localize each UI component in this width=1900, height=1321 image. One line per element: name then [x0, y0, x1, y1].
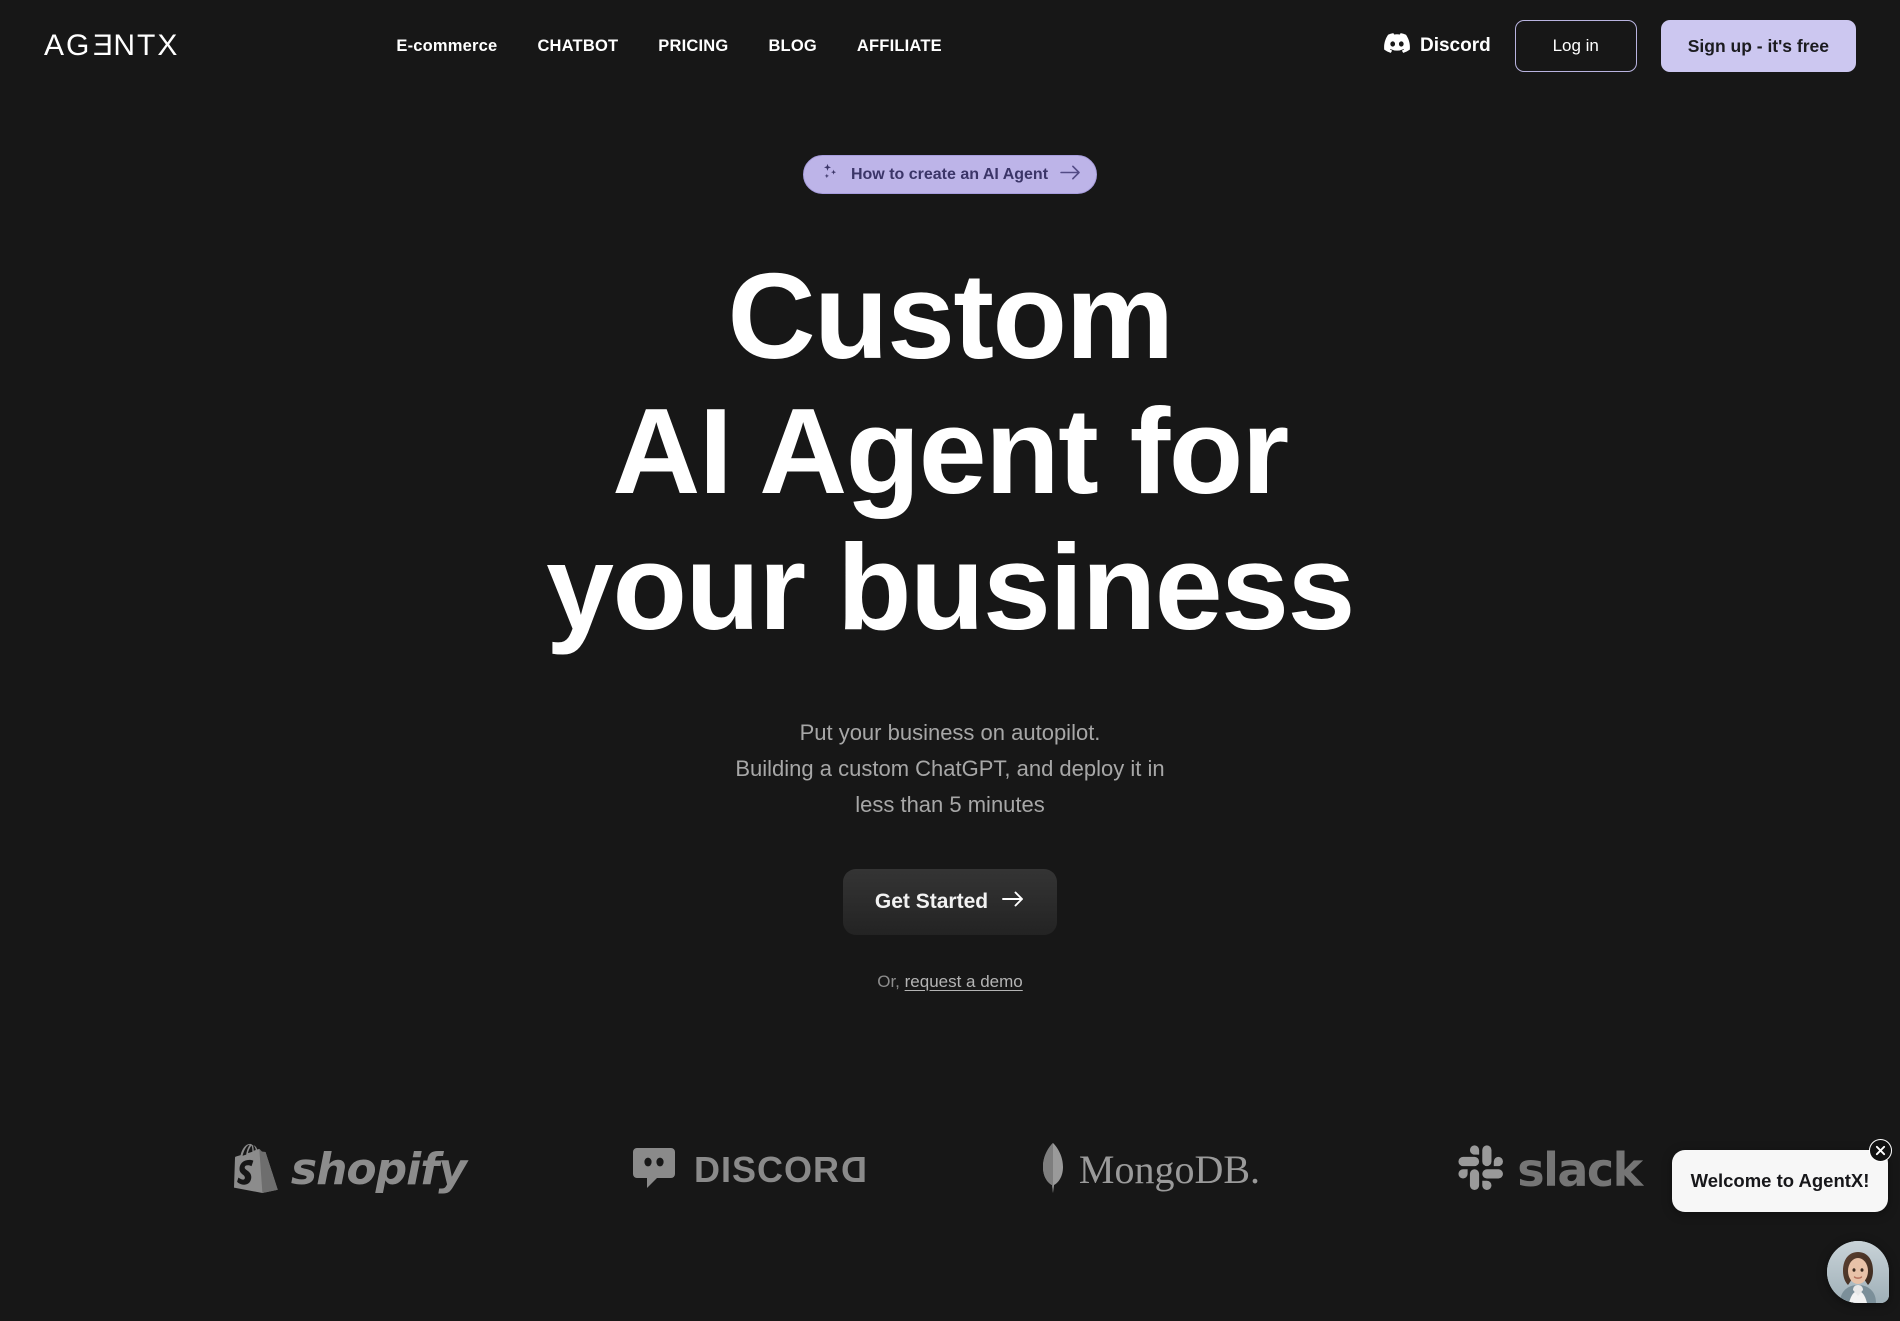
- close-icon[interactable]: [1869, 1139, 1892, 1162]
- header-actions: Discord Log in Sign up - it's free: [1384, 20, 1856, 72]
- demo-prefix: Or,: [877, 971, 900, 991]
- discord-icon: [632, 1144, 681, 1197]
- signup-button[interactable]: Sign up - it's free: [1660, 20, 1856, 72]
- slack-wordmark: slack: [1517, 1143, 1643, 1197]
- partner-logo-discord: DISCORD: [550, 1144, 950, 1197]
- partner-logo-shopify: shopify: [150, 1143, 550, 1198]
- hero-title-line-1: Custom: [727, 248, 1174, 384]
- discord-wordmark: DISCORD: [693, 1149, 867, 1190]
- mongodb-wordmark: MongoDB.: [1078, 1147, 1261, 1192]
- hero-subtitle-line-1: Put your business on autopilot.: [799, 720, 1101, 746]
- nav-item-pricing[interactable]: PRICING: [658, 37, 728, 56]
- main-navigation: E-commerce CHATBOT PRICING BLOG AFFILIAT…: [396, 37, 941, 56]
- logo-agentx[interactable]: AGENTX: [44, 29, 180, 62]
- chat-welcome-bubble: Welcome to AgentX!: [1672, 1150, 1888, 1212]
- hero-title-line-2: AI Agent for: [612, 383, 1289, 520]
- nav-item-blog[interactable]: BLOG: [768, 37, 816, 56]
- hero-subtitle: Put your business on autopilot. Building…: [735, 715, 1164, 823]
- site-header: AGENTX E-commerce CHATBOT PRICING BLOG A…: [0, 0, 1900, 92]
- mongodb-leaf-icon: [1040, 1142, 1066, 1198]
- nav-item-chatbot[interactable]: CHATBOT: [537, 37, 618, 56]
- how-to-create-agent-badge[interactable]: How to create an AI Agent: [802, 155, 1098, 194]
- discord-label: Discord: [1419, 35, 1491, 56]
- hero-section: How to create an AI Agent Custom AI Agen…: [0, 92, 1900, 992]
- get-started-label: Get Started: [874, 889, 989, 913]
- hero-subtitle-line-3: less than 5 minutes: [855, 791, 1045, 817]
- discord-link[interactable]: Discord: [1384, 33, 1491, 59]
- arrow-right-icon: [1001, 890, 1025, 914]
- discord-icon: [1384, 33, 1410, 59]
- hero-subtitle-line-2: Building a custom ChatGPT, and deploy it…: [735, 756, 1165, 782]
- nav-item-ecommerce[interactable]: E-commerce: [396, 37, 497, 56]
- login-button[interactable]: Log in: [1514, 20, 1637, 72]
- partner-logo-mongodb: MongoDB.: [950, 1142, 1350, 1198]
- hero-title-line-3: your business: [546, 518, 1355, 655]
- arrow-right-icon: [1059, 164, 1082, 186]
- request-demo-line: Or, request a demo: [877, 972, 1023, 992]
- sparkles-icon: [820, 162, 840, 187]
- shopify-icon: [233, 1143, 278, 1198]
- get-started-button[interactable]: Get Started: [843, 868, 1057, 935]
- logo-text: AGENTX: [44, 29, 180, 62]
- slack-icon: [1458, 1144, 1504, 1196]
- request-demo-link[interactable]: request a demo: [905, 972, 1023, 991]
- chat-launcher-avatar[interactable]: [1827, 1241, 1889, 1303]
- partner-logo-strip: shopify DISCORD MongoDB. slack: [0, 1122, 1900, 1218]
- nav-item-affiliate[interactable]: AFFILIATE: [857, 37, 942, 56]
- hero-title: Custom AI Agent for your business: [546, 248, 1355, 655]
- badge-label: How to create an AI Agent: [850, 165, 1049, 183]
- shopify-wordmark: shopify: [290, 1144, 467, 1195]
